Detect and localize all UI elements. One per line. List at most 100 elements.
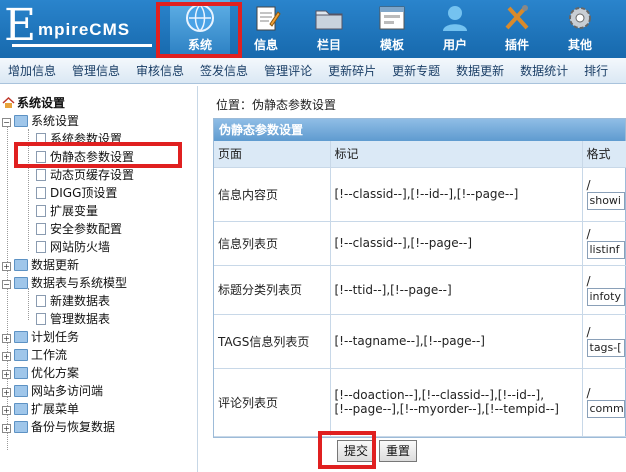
highlight-box-nav bbox=[156, 2, 242, 58]
nav-plugin[interactable]: 插件 bbox=[487, 0, 547, 58]
tree-label: 系统设置 bbox=[31, 114, 80, 128]
expand-icon[interactable]: + bbox=[2, 406, 11, 415]
expand-icon[interactable]: + bbox=[2, 424, 11, 433]
nav-column[interactable]: 栏目 bbox=[299, 0, 359, 58]
tree-line bbox=[28, 288, 29, 320]
row-mark: [!--tagname--],[!--page--] bbox=[330, 314, 583, 369]
nav-user[interactable]: 用户 bbox=[425, 0, 485, 58]
document-icon bbox=[36, 169, 46, 181]
row-mark: [!--doaction--],[!--classid--],[!--id--]… bbox=[330, 368, 583, 437]
folder-icon bbox=[14, 403, 28, 415]
plugin-tools-icon bbox=[505, 5, 529, 30]
submenu-item[interactable]: 审核信息 bbox=[128, 58, 192, 83]
format-input[interactable]: tags-[ bbox=[586, 339, 625, 357]
nav-template-label: 模板 bbox=[379, 38, 404, 52]
expand-icon[interactable]: + bbox=[2, 352, 11, 361]
row-mark: [!--classid--],[!--id--],[!--page--] bbox=[330, 167, 583, 222]
table-row: 信息列表页 [!--classid--],[!--page--] /listin… bbox=[214, 221, 626, 266]
header-mark: 标记 bbox=[330, 141, 583, 168]
expand-icon[interactable]: + bbox=[2, 334, 11, 343]
tree-item-security[interactable]: 安全参数配置 bbox=[36, 220, 122, 238]
document-icon bbox=[36, 295, 46, 307]
slash: / bbox=[586, 325, 591, 339]
reset-button[interactable]: 重置 bbox=[379, 440, 418, 462]
nav-template[interactable]: 模板 bbox=[362, 0, 422, 58]
submenu-item[interactable]: 更新专题 bbox=[384, 58, 448, 83]
format-input[interactable]: listinf bbox=[586, 241, 625, 259]
submenu-item[interactable]: 签发信息 bbox=[192, 58, 256, 83]
home-icon bbox=[2, 97, 15, 108]
tree-label: 管理数据表 bbox=[50, 312, 111, 326]
document-icon bbox=[36, 205, 46, 217]
nav-info[interactable]: 信息 bbox=[236, 0, 296, 58]
table-row: 信息内容页 [!--classid--],[!--id--],[!--page-… bbox=[214, 167, 626, 222]
tree-item-ext-vars[interactable]: 扩展变量 bbox=[36, 202, 98, 220]
tree-item-firewall[interactable]: 网站防火墙 bbox=[36, 238, 110, 256]
tree-label: 计划任务 bbox=[31, 330, 80, 344]
tree-root-label: 系统设置 bbox=[17, 96, 66, 110]
tree-root[interactable]: 系统设置 bbox=[2, 94, 65, 112]
slash: / bbox=[586, 273, 591, 288]
tree-item-schedule[interactable]: + 计划任务 bbox=[2, 328, 79, 346]
table-row: 评论列表页 [!--doaction--],[!--classid--],[!-… bbox=[214, 368, 626, 437]
row-mark: [!--ttid--],[!--page--] bbox=[330, 265, 583, 315]
tree-label: 数据表与系统模型 bbox=[31, 276, 128, 290]
submenu-item[interactable]: 数据更新 bbox=[448, 58, 512, 83]
tree-label: 优化方案 bbox=[31, 366, 80, 380]
expand-icon[interactable]: + bbox=[2, 262, 11, 271]
row-mark-line: [!--doaction--],[!--classid--],[!--id--]… bbox=[334, 388, 545, 402]
format-input[interactable]: infoty bbox=[586, 287, 625, 306]
format-input[interactable]: comm bbox=[586, 400, 625, 418]
tree-item-optimize[interactable]: + 优化方案 bbox=[2, 364, 79, 382]
document-icon bbox=[36, 187, 46, 199]
tree-item-digg[interactable]: DIGG顶设置 bbox=[36, 184, 117, 202]
tree-label: DIGG顶设置 bbox=[50, 186, 118, 200]
document-icon bbox=[36, 313, 46, 325]
tree-item-manage-tables[interactable]: 管理数据表 bbox=[36, 310, 110, 328]
tree-item-ext-menu[interactable]: + 扩展菜单 bbox=[2, 400, 79, 418]
folder-icon bbox=[14, 331, 28, 343]
format-input[interactable]: showi bbox=[586, 192, 625, 210]
row-format: /comm bbox=[582, 368, 626, 437]
collapse-icon[interactable]: − bbox=[2, 280, 11, 289]
tree-item-backup[interactable]: + 备份与恢复数据 bbox=[2, 418, 115, 436]
tree-label: 备份与恢复数据 bbox=[31, 420, 116, 434]
submenu-item[interactable]: 管理评论 bbox=[256, 58, 320, 83]
gear-icon bbox=[569, 7, 591, 29]
slash: / bbox=[586, 227, 591, 241]
row-format: /infoty bbox=[582, 265, 626, 315]
logo-underline bbox=[12, 44, 152, 47]
collapse-icon[interactable]: − bbox=[2, 118, 11, 127]
submenu-item[interactable]: 更新碎片 bbox=[320, 58, 384, 83]
folder-icon bbox=[14, 349, 28, 361]
document-icon bbox=[36, 241, 46, 253]
tree-item-multi-access[interactable]: + 网站多访问端 bbox=[2, 382, 103, 400]
nav-other[interactable]: 其他 bbox=[550, 0, 610, 58]
tree-item-workflow[interactable]: + 工作流 bbox=[2, 346, 67, 364]
nav-plugin-label: 插件 bbox=[504, 38, 529, 52]
tree-item-data-update[interactable]: + 数据更新 bbox=[2, 256, 79, 274]
tree-item-new-table[interactable]: 新建数据表 bbox=[36, 292, 110, 310]
expand-icon[interactable]: + bbox=[2, 388, 11, 397]
submenu-item[interactable]: 数据统计 bbox=[512, 58, 576, 83]
document-icon bbox=[36, 223, 46, 235]
row-page: TAGS信息列表页 bbox=[214, 314, 331, 369]
tree-label: 数据更新 bbox=[31, 258, 80, 272]
button-row: 提交 重置 bbox=[213, 437, 626, 463]
tree-item-dynamic-cache[interactable]: 动态页缓存设置 bbox=[36, 166, 134, 184]
nav-other-label: 其他 bbox=[567, 38, 592, 52]
slash: / bbox=[586, 178, 591, 192]
expand-icon[interactable]: + bbox=[2, 370, 11, 379]
nav-user-label: 用户 bbox=[442, 38, 467, 52]
tree-label: 安全参数配置 bbox=[50, 222, 123, 236]
submenu-item[interactable]: 排行 bbox=[576, 58, 616, 83]
tree-label: 网站防火墙 bbox=[50, 240, 111, 254]
submenu-item[interactable]: 管理信息 bbox=[64, 58, 128, 83]
row-mark: [!--classid--],[!--page--] bbox=[330, 221, 583, 266]
folder-icon bbox=[315, 10, 343, 30]
tree-item-system-settings[interactable]: − 系统设置 bbox=[2, 112, 79, 130]
folder-icon bbox=[14, 259, 28, 271]
tree-item-data-tables[interactable]: − 数据表与系统模型 bbox=[2, 274, 127, 292]
table-row: TAGS信息列表页 [!--tagname--],[!--page--] /ta… bbox=[214, 314, 626, 369]
submenu-item[interactable]: 增加信息 bbox=[0, 58, 64, 83]
